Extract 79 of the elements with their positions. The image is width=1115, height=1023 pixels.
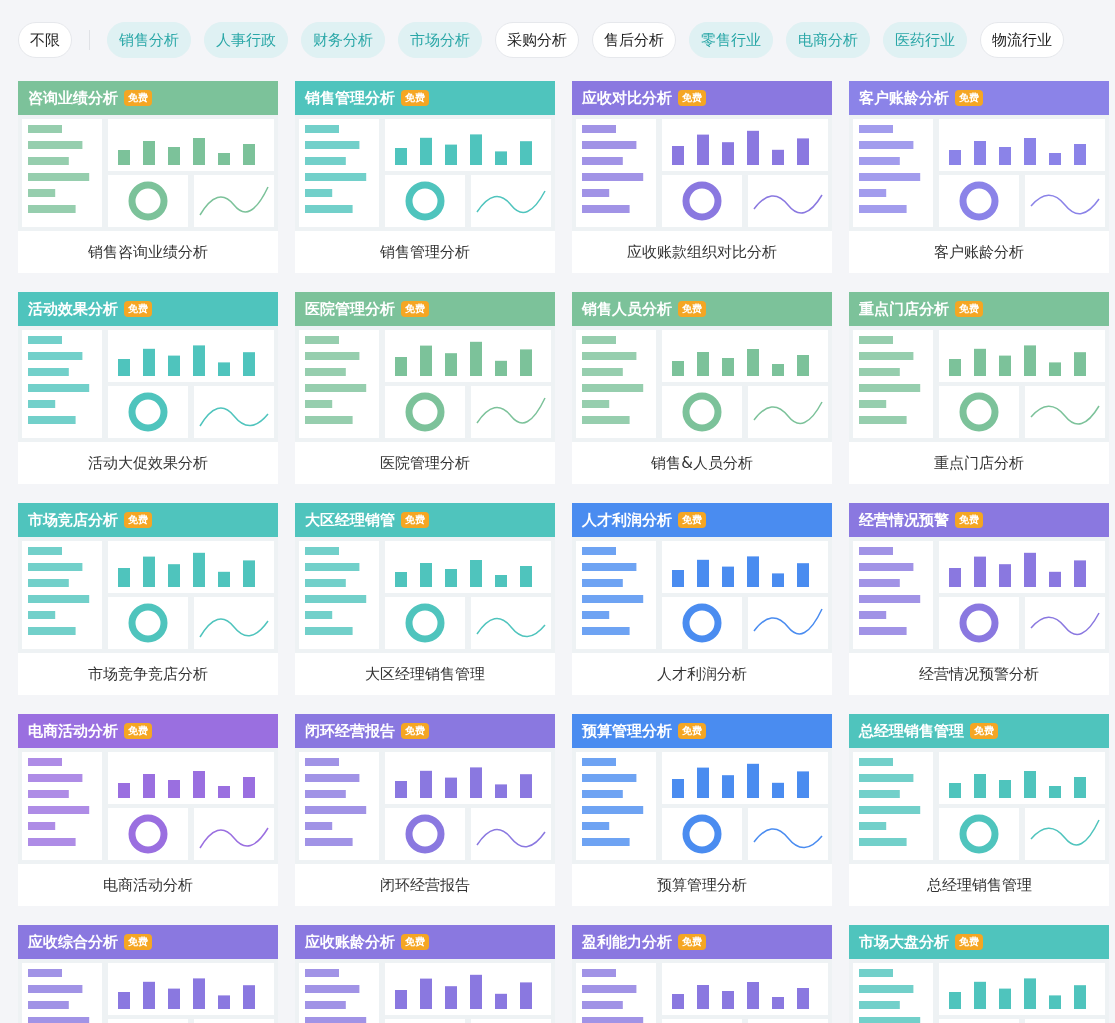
template-card[interactable]: 市场竞店分析 免费 市场竞争竞店分析 bbox=[18, 503, 278, 695]
template-card[interactable]: 应收综合分析 免费 bbox=[18, 925, 278, 1023]
template-card[interactable]: 盈利能力分析 免费 bbox=[572, 925, 832, 1023]
card-caption: 客户账龄分析 bbox=[933, 241, 1025, 263]
card-caption: 闭环经营报告 bbox=[379, 874, 471, 896]
template-card[interactable]: 经营情况预警 免费 经营情况预警分析 bbox=[849, 503, 1109, 695]
card-title: 咨询业绩分析 bbox=[28, 88, 118, 108]
free-badge: 免费 bbox=[955, 934, 983, 950]
free-badge: 免费 bbox=[955, 90, 983, 106]
template-card[interactable]: 医院管理分析 免费 医院管理分析 bbox=[295, 292, 555, 484]
card-title: 销售人员分析 bbox=[582, 299, 672, 319]
template-card[interactable]: 大区经理销管 免费 大区经理销售管理 bbox=[295, 503, 555, 695]
free-badge: 免费 bbox=[401, 301, 429, 317]
template-card[interactable]: 咨询业绩分析 免费 销售咨询业绩分析 bbox=[18, 81, 278, 273]
card-caption: 大区经理销售管理 bbox=[364, 663, 486, 685]
card-title: 应收综合分析 bbox=[28, 932, 118, 952]
card-caption: 总经理销售管理 bbox=[925, 874, 1033, 896]
free-badge: 免费 bbox=[124, 934, 152, 950]
template-card[interactable]: 人才利润分析 免费 人才利润分析 bbox=[572, 503, 832, 695]
free-badge: 免费 bbox=[955, 301, 983, 317]
template-card[interactable]: 销售管理分析 免费 销售管理分析 bbox=[295, 81, 555, 273]
card-title: 活动效果分析 bbox=[28, 299, 118, 319]
template-card[interactable]: 重点门店分析 免费 重点门店分析 bbox=[849, 292, 1109, 484]
free-badge: 免费 bbox=[124, 301, 152, 317]
card-title: 盈利能力分析 bbox=[582, 932, 672, 952]
card-caption: 销售咨询业绩分析 bbox=[87, 241, 209, 263]
card-title: 重点门店分析 bbox=[859, 299, 949, 319]
free-badge: 免费 bbox=[401, 512, 429, 528]
free-badge: 免费 bbox=[955, 512, 983, 528]
card-caption: 预算管理分析 bbox=[656, 874, 748, 896]
free-badge: 免费 bbox=[401, 723, 429, 739]
card-caption: 医院管理分析 bbox=[379, 452, 471, 474]
card-title: 电商活动分析 bbox=[28, 721, 118, 741]
card-caption: 活动大促效果分析 bbox=[87, 452, 209, 474]
card-caption: 经营情况预警分析 bbox=[918, 663, 1040, 685]
template-card[interactable]: 应收对比分析 免费 应收账款组织对比分析 bbox=[572, 81, 832, 273]
free-badge: 免费 bbox=[970, 723, 998, 739]
card-title: 经营情况预警 bbox=[859, 510, 949, 530]
card-title: 医院管理分析 bbox=[305, 299, 395, 319]
free-badge: 免费 bbox=[401, 934, 429, 950]
template-card[interactable]: 应收账龄分析 免费 bbox=[295, 925, 555, 1023]
card-title: 市场竞店分析 bbox=[28, 510, 118, 530]
filter-tag[interactable]: 售后分析 bbox=[592, 22, 676, 58]
card-caption: 销售管理分析 bbox=[379, 241, 471, 263]
filter-tag[interactable]: 采购分析 bbox=[495, 22, 579, 58]
card-caption: 电商活动分析 bbox=[102, 874, 194, 896]
card-caption: 重点门店分析 bbox=[933, 452, 1025, 474]
filter-tag[interactable]: 物流行业 bbox=[980, 22, 1064, 58]
card-title: 客户账龄分析 bbox=[859, 88, 949, 108]
template-card[interactable]: 客户账龄分析 免费 客户账龄分析 bbox=[849, 81, 1109, 273]
card-caption: 人才利润分析 bbox=[656, 663, 748, 685]
card-title: 总经理销售管理 bbox=[859, 721, 964, 741]
template-card[interactable]: 销售人员分析 免费 销售&人员分析 bbox=[572, 292, 832, 484]
free-badge: 免费 bbox=[678, 512, 706, 528]
free-badge: 免费 bbox=[124, 723, 152, 739]
card-title: 预算管理分析 bbox=[582, 721, 672, 741]
free-badge: 免费 bbox=[678, 301, 706, 317]
free-badge: 免费 bbox=[124, 512, 152, 528]
card-title: 人才利润分析 bbox=[582, 510, 672, 530]
card-title: 市场大盘分析 bbox=[859, 932, 949, 952]
free-badge: 免费 bbox=[401, 90, 429, 106]
template-card[interactable]: 预算管理分析 免费 预算管理分析 bbox=[572, 714, 832, 906]
card-title: 大区经理销管 bbox=[305, 510, 395, 530]
template-card[interactable]: 闭环经营报告 免费 闭环经营报告 bbox=[295, 714, 555, 906]
template-card[interactable]: 电商活动分析 免费 电商活动分析 bbox=[18, 714, 278, 906]
card-caption: 销售&人员分析 bbox=[650, 452, 754, 474]
template-card[interactable]: 活动效果分析 免费 活动大促效果分析 bbox=[18, 292, 278, 484]
card-title: 销售管理分析 bbox=[305, 88, 395, 108]
card-title: 应收账龄分析 bbox=[305, 932, 395, 952]
template-card[interactable]: 总经理销售管理 免费 总经理销售管理 bbox=[849, 714, 1109, 906]
card-title: 应收对比分析 bbox=[582, 88, 672, 108]
free-badge: 免费 bbox=[678, 90, 706, 106]
card-caption: 市场竞争竞店分析 bbox=[87, 663, 209, 685]
card-caption: 应收账款组织对比分析 bbox=[626, 241, 778, 263]
free-badge: 免费 bbox=[678, 934, 706, 950]
filter-tag[interactable]: 不限 bbox=[18, 22, 72, 58]
free-badge: 免费 bbox=[124, 90, 152, 106]
free-badge: 免费 bbox=[678, 723, 706, 739]
card-title: 闭环经营报告 bbox=[305, 721, 395, 741]
